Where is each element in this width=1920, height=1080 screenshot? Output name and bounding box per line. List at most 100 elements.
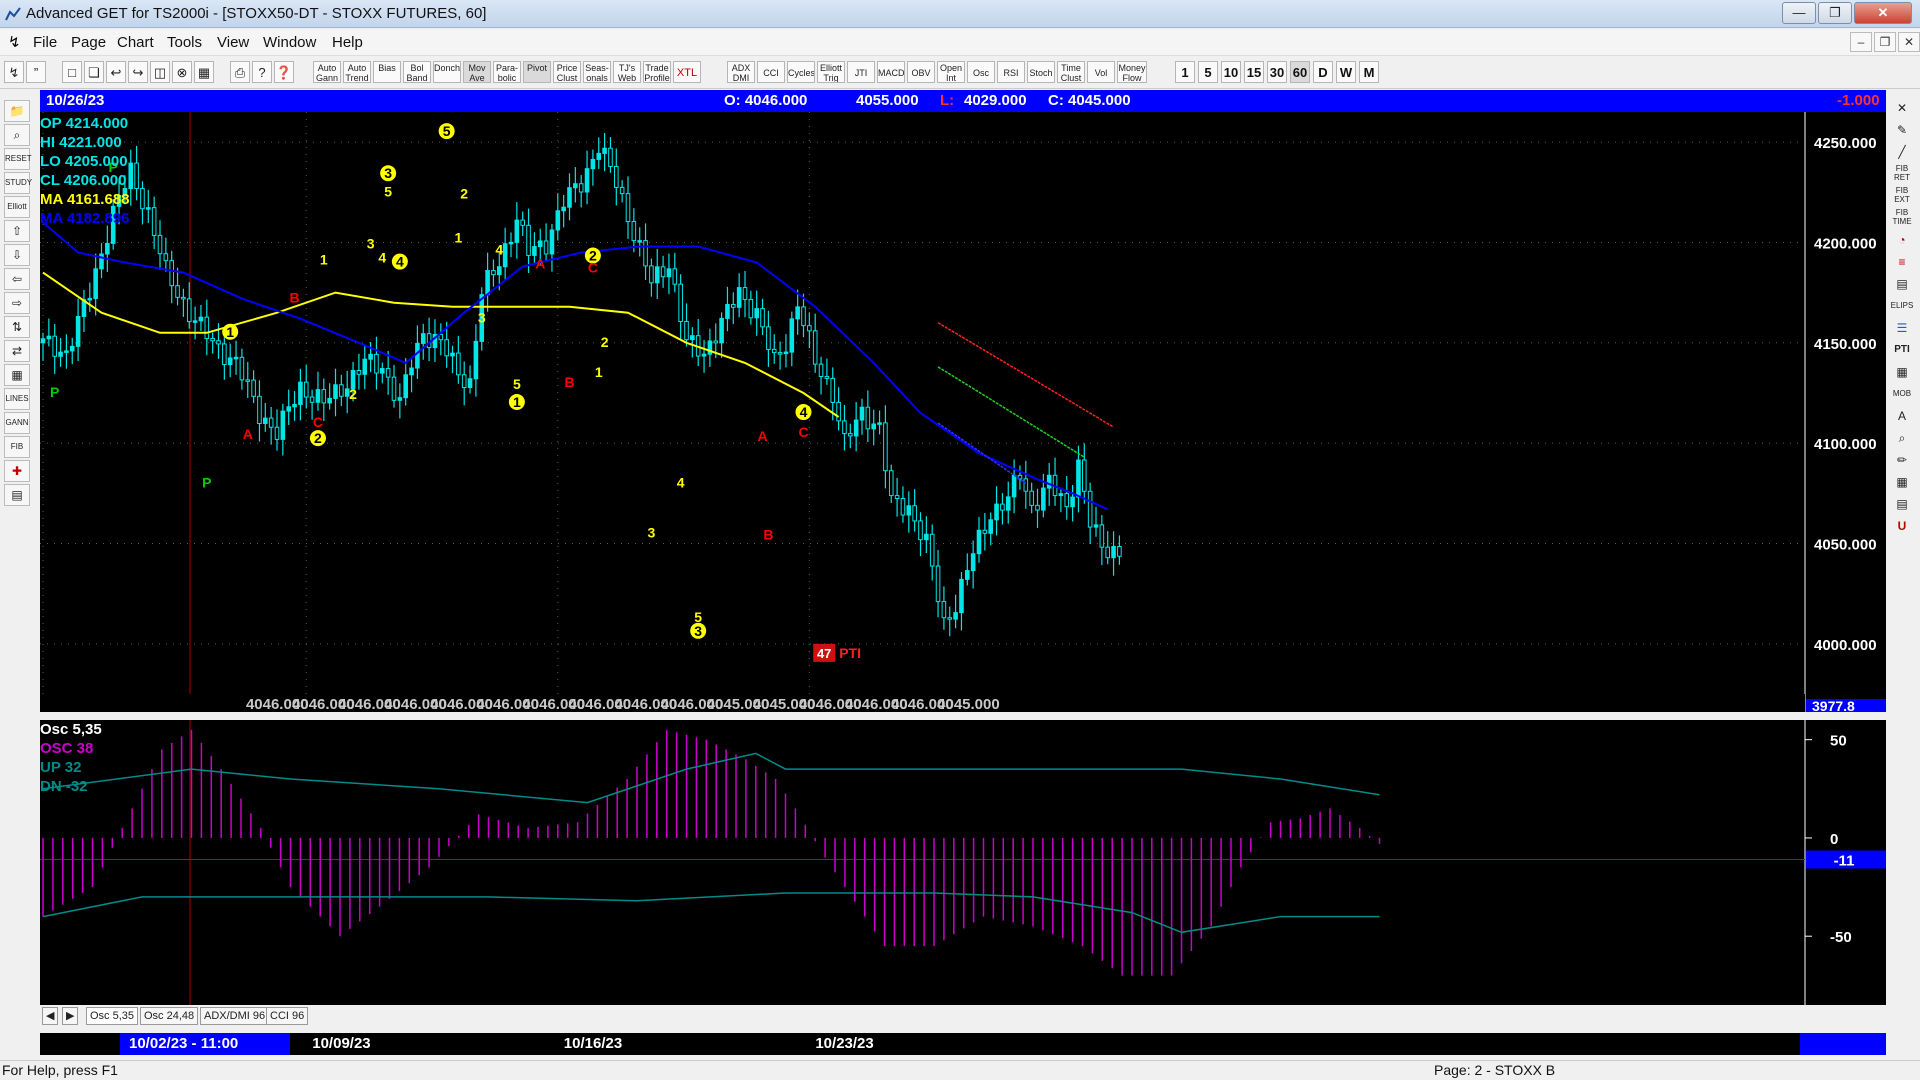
bars-expand-icon[interactable]: ⇅ bbox=[4, 316, 30, 338]
timeframe-m-button[interactable]: M bbox=[1359, 61, 1379, 83]
fib-icon[interactable]: FIB bbox=[4, 436, 30, 458]
fib-retracement-icon[interactable]: FIB RET bbox=[1890, 164, 1914, 184]
print-icon[interactable]: ⎙ bbox=[230, 61, 250, 83]
fan-icon[interactable]: ≡ bbox=[1890, 252, 1914, 272]
study-trade-profile-button[interactable]: Trade Profile bbox=[643, 61, 671, 83]
price-chart-panel[interactable]: 4250.000 4200.000 4150.000 4100.000 4050.000… bbox=[40, 112, 1886, 714]
text-tool-icon[interactable]: A bbox=[1890, 406, 1914, 426]
tab-cci-96[interactable]: CCI 96 bbox=[266, 1007, 309, 1025]
timeframe-1-button[interactable]: 1 bbox=[1175, 61, 1195, 83]
grid-tool-icon[interactable]: ▦ bbox=[1890, 362, 1914, 382]
pencil-icon[interactable]: ✎ bbox=[1890, 120, 1914, 140]
oscillator-chart[interactable]: 50 0 -50 -11 bbox=[40, 720, 1886, 1005]
menu-window[interactable]: Window bbox=[263, 34, 316, 51]
timeframe-10-button[interactable]: 10 bbox=[1221, 61, 1241, 83]
copy-icon[interactable]: ❏ bbox=[84, 61, 104, 83]
menu-view[interactable]: View bbox=[217, 34, 249, 51]
fib-extension-icon[interactable]: FIB EXT bbox=[1890, 186, 1914, 206]
back-icon[interactable]: ↩ bbox=[106, 61, 126, 83]
timeframe-d-button[interactable]: D bbox=[1313, 61, 1333, 83]
study-adx-dmi-button[interactable]: ADX DMI bbox=[727, 61, 755, 83]
timeframe-30-button[interactable]: 30 bbox=[1267, 61, 1287, 83]
study-xtl-button[interactable]: XTL bbox=[673, 61, 701, 83]
pitchfork-icon[interactable]: ☰ bbox=[1890, 318, 1914, 338]
study-parabolic-button[interactable]: Para- bolic bbox=[493, 61, 521, 83]
arrow-up-icon[interactable]: ⇧ bbox=[4, 220, 30, 242]
magnet-icon[interactable]: U bbox=[1890, 516, 1914, 536]
table-icon[interactable]: ▦ bbox=[4, 364, 30, 386]
study-tjs-web-button[interactable]: TJ's Web bbox=[613, 61, 641, 83]
study-bol-band-button[interactable]: Bol Band bbox=[403, 61, 431, 83]
grid-icon[interactable]: ▦ bbox=[194, 61, 214, 83]
list-icon[interactable]: ▤ bbox=[1890, 494, 1914, 514]
reset-icon[interactable]: RESET bbox=[4, 148, 32, 170]
menu-tools[interactable]: Tools bbox=[167, 34, 202, 51]
lines-icon[interactable]: LINES bbox=[4, 388, 30, 410]
timeframe-5-button[interactable]: 5 bbox=[1198, 61, 1218, 83]
delete-icon[interactable]: ⊗ bbox=[172, 61, 192, 83]
gann-icon[interactable]: GANN bbox=[4, 412, 30, 434]
study-seasonals-button[interactable]: Seas- onals bbox=[583, 61, 611, 83]
ellipse-icon[interactable]: ELIPS bbox=[1890, 296, 1914, 316]
study-donch-button[interactable]: Donch bbox=[433, 61, 461, 83]
tab-scroll-right[interactable]: ▶ bbox=[62, 1007, 79, 1025]
notes-icon[interactable]: ▤ bbox=[4, 484, 30, 506]
price-chart[interactable]: 4250.000 4200.000 4150.000 4100.000 4050.000… bbox=[40, 112, 1886, 714]
study-osc-button[interactable]: Osc bbox=[967, 61, 995, 83]
timeframe-w-button[interactable]: W bbox=[1336, 61, 1356, 83]
arrow-right-icon[interactable]: ⇨ bbox=[4, 292, 30, 314]
tile-icon[interactable]: ◫ bbox=[150, 61, 170, 83]
study-money-flow-button[interactable]: Money Flow bbox=[1117, 61, 1147, 83]
study-bias-button[interactable]: Bias bbox=[373, 61, 401, 83]
new-icon[interactable]: □ bbox=[62, 61, 82, 83]
help-pointer-icon[interactable]: ❓ bbox=[274, 61, 294, 83]
study-auto-trend-button[interactable]: Auto Trend bbox=[343, 61, 371, 83]
maximize-button[interactable]: ❐ bbox=[1818, 2, 1852, 24]
open-folder-icon[interactable]: 📁 bbox=[4, 100, 30, 122]
study-macd-button[interactable]: MACD bbox=[877, 61, 905, 83]
oscillator-panel[interactable]: 50 0 -50 -11 Osc 5,35 OSC 38 UP 32 DN -32 bbox=[40, 720, 1886, 1010]
info-icon[interactable]: ? bbox=[252, 61, 272, 83]
menu-help[interactable]: Help bbox=[332, 34, 363, 51]
line-tool-icon[interactable]: ╱ bbox=[1890, 142, 1914, 162]
pointer-icon[interactable]: ↯ bbox=[4, 61, 24, 83]
close-button[interactable]: ✕ bbox=[1854, 2, 1912, 24]
child-close-button[interactable]: ✕ bbox=[1898, 32, 1920, 52]
study-obv-button[interactable]: OBV bbox=[907, 61, 935, 83]
arc-icon[interactable]: ◔ bbox=[1890, 230, 1914, 250]
study-open-int-button[interactable]: Open Int bbox=[937, 61, 965, 83]
study-stoch-button[interactable]: Stoch bbox=[1027, 61, 1055, 83]
bars-compress-icon[interactable]: ⇄ bbox=[4, 340, 30, 362]
study-mov-ave-button[interactable]: Mov Ave bbox=[463, 61, 491, 83]
arrow-left-icon[interactable]: ⇦ bbox=[4, 268, 30, 290]
doc-icon[interactable]: ↯ bbox=[8, 33, 21, 51]
study-icon[interactable]: STUDY bbox=[4, 172, 32, 194]
elliott-icon[interactable]: Elliott bbox=[4, 196, 30, 218]
study-auto-gann-button[interactable]: Auto Gann bbox=[313, 61, 341, 83]
crosshair-icon[interactable]: ✚ bbox=[4, 460, 30, 482]
timeframe-60-button[interactable]: 60 bbox=[1290, 61, 1310, 83]
study-time-clust-button[interactable]: Time Clust bbox=[1057, 61, 1085, 83]
paint-icon[interactable]: ✏ bbox=[1890, 450, 1914, 470]
study-elliott-trig-button[interactable]: Elliott Trig bbox=[817, 61, 845, 83]
child-restore-button[interactable]: ❐ bbox=[1874, 32, 1896, 52]
ruler-icon[interactable]: ▦ bbox=[1890, 472, 1914, 492]
arrow-down-icon[interactable]: ⇩ bbox=[4, 244, 30, 266]
study-pivot-button[interactable]: Pivot bbox=[523, 61, 551, 83]
tab-adx-dmi-96[interactable]: ADX/DMI 96 bbox=[200, 1007, 270, 1025]
title-bar[interactable]: Advanced GET for TS2000i - [STOXX50-DT -… bbox=[0, 0, 1920, 28]
study-price-clust-button[interactable]: Price Clust bbox=[553, 61, 581, 83]
mob-icon[interactable]: MOB bbox=[1890, 384, 1914, 404]
tab-osc-5-35[interactable]: Osc 5,35 bbox=[86, 1007, 139, 1025]
tab-osc-24-48[interactable]: Osc 24,48 bbox=[140, 1007, 199, 1025]
tab-scroll-left[interactable]: ◀ bbox=[42, 1007, 59, 1025]
forward-icon[interactable]: ↪ bbox=[128, 61, 148, 83]
magnifier-icon[interactable]: ⌕ bbox=[1890, 428, 1914, 448]
study-cycles-button[interactable]: Cycles bbox=[787, 61, 815, 83]
pti-icon[interactable]: PTI bbox=[1890, 340, 1914, 360]
menu-file[interactable]: File bbox=[33, 34, 57, 51]
quote-icon[interactable]: ” bbox=[26, 61, 46, 83]
channel-icon[interactable]: ▤ bbox=[1890, 274, 1914, 294]
study-cci-button[interactable]: CCI bbox=[757, 61, 785, 83]
cross-tool-icon[interactable]: ✕ bbox=[1890, 98, 1914, 118]
